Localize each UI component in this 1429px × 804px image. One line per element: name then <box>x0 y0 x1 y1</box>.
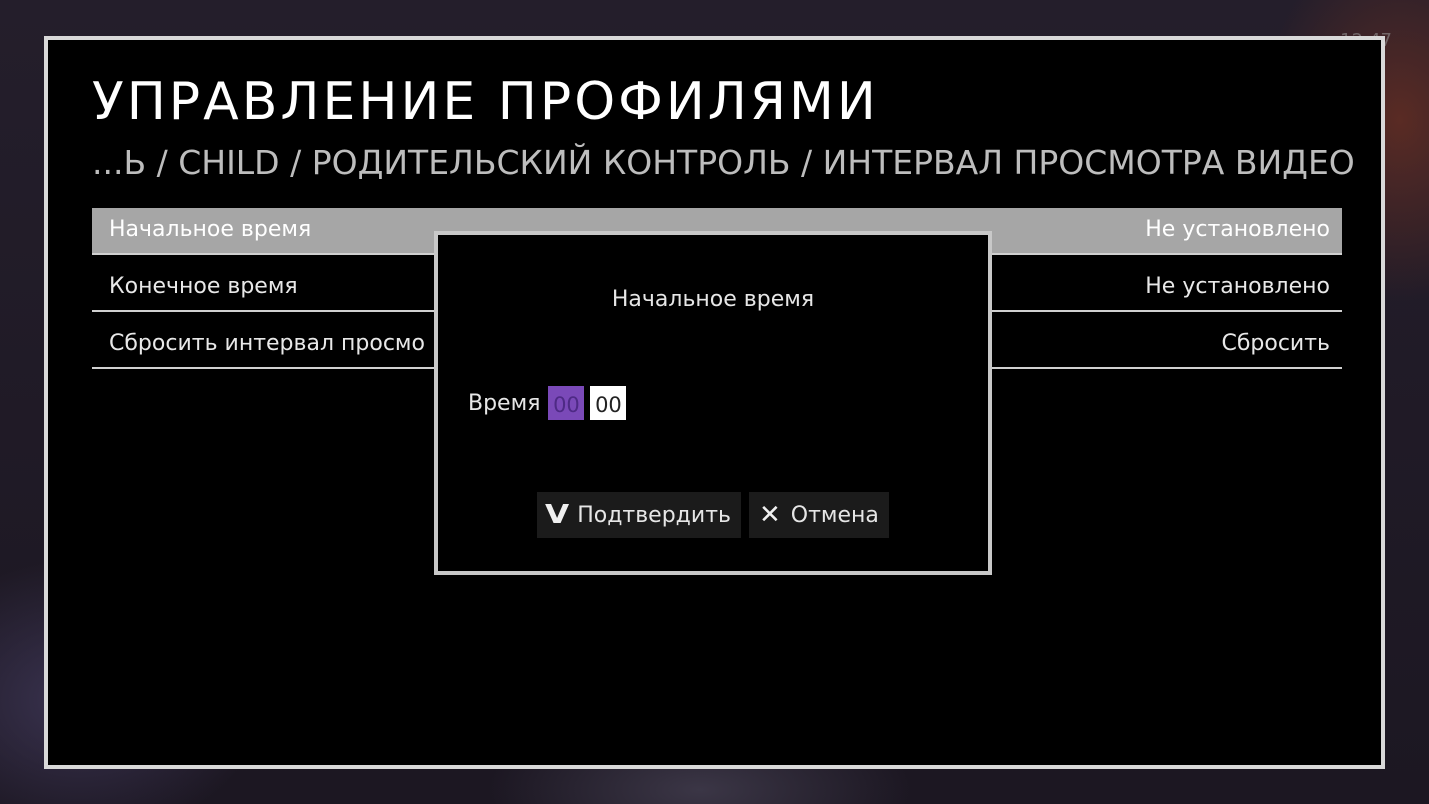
cancel-button-label: Отмена <box>790 502 879 528</box>
page-title: УПРАВЛЕНИЕ ПРОФИЛЯМИ <box>92 72 879 132</box>
time-input-row: Время 00 00 <box>468 385 627 421</box>
breadcrumb: ...Ь / CHILD / РОДИТЕЛЬСКИЙ КОНТРОЛЬ / И… <box>92 143 1355 182</box>
setting-value: Не установлено <box>1145 274 1330 299</box>
cancel-button[interactable]: ✕ Отмена <box>748 492 889 538</box>
time-label: Время <box>468 390 541 416</box>
start-time-dialog: Начальное время Время 00 00 V Подтвердит… <box>434 231 992 575</box>
confirm-button-label: Подтвердить <box>577 502 731 528</box>
setting-label: Конечное время <box>109 274 298 299</box>
setting-value: Сбросить <box>1221 331 1330 356</box>
setting-label: Начальное время <box>109 217 312 242</box>
setting-value: Не установлено <box>1145 217 1330 242</box>
close-x-icon: ✕ <box>758 500 781 530</box>
dialog-buttons: V Подтвердить ✕ Отмена <box>438 492 988 538</box>
confirm-button[interactable]: V Подтвердить <box>537 492 741 538</box>
dialog-title: Начальное время <box>611 287 815 312</box>
minutes-field[interactable]: 00 <box>590 386 627 420</box>
check-v-icon: V <box>545 500 570 530</box>
hours-field[interactable]: 00 <box>548 386 585 420</box>
setting-label: Сбросить интервал просмо <box>109 331 425 356</box>
